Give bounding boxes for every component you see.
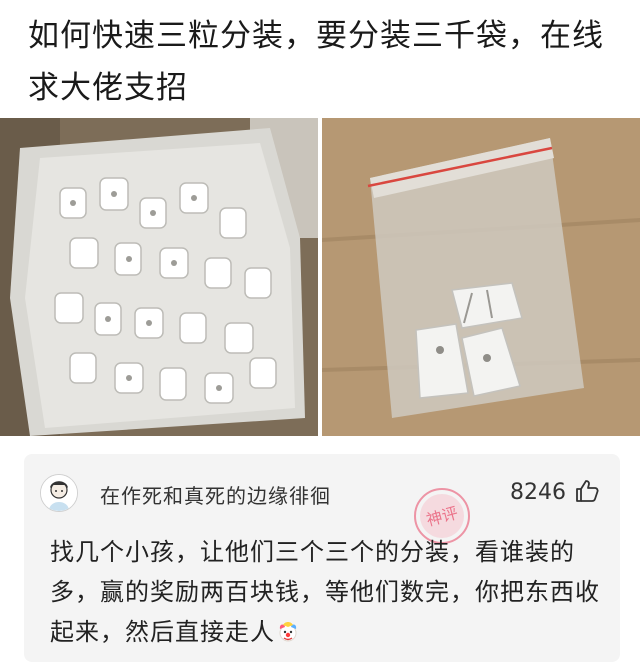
small-bag-illustration: [322, 118, 640, 436]
thumbs-up-icon[interactable]: [574, 478, 600, 504]
comment-text: 找几个小孩，让他们三个三个的分装，看谁装的多，赢的奖励两百块钱，等他们数完，你把…: [50, 532, 610, 652]
hot-comment-badge: 神评: [424, 503, 460, 530]
comment-body: 找几个小孩，让他们三个三个的分装，看谁装的多，赢的奖励两百块钱，等他们数完，你把…: [50, 538, 600, 646]
like-count: 8246: [510, 480, 566, 505]
comment-username[interactable]: 在作死和真死的边缘徘徊: [100, 480, 331, 509]
small-bag-photo[interactable]: [322, 118, 640, 436]
hot-comment-card: 在作死和真死的边缘徘徊 神评 8246 找几个小孩，让他们三个三个的分装，看谁装…: [24, 454, 620, 662]
post-title: 如何快速三粒分装，要分装三千袋，在线求大佬支招: [28, 18, 604, 106]
bulk-bag-illustration: [0, 118, 318, 436]
clown-emoji-icon: [279, 622, 297, 642]
user-avatar[interactable]: [40, 474, 78, 512]
bulk-bag-photo[interactable]: [0, 118, 318, 436]
avatar-icon: [41, 475, 77, 511]
